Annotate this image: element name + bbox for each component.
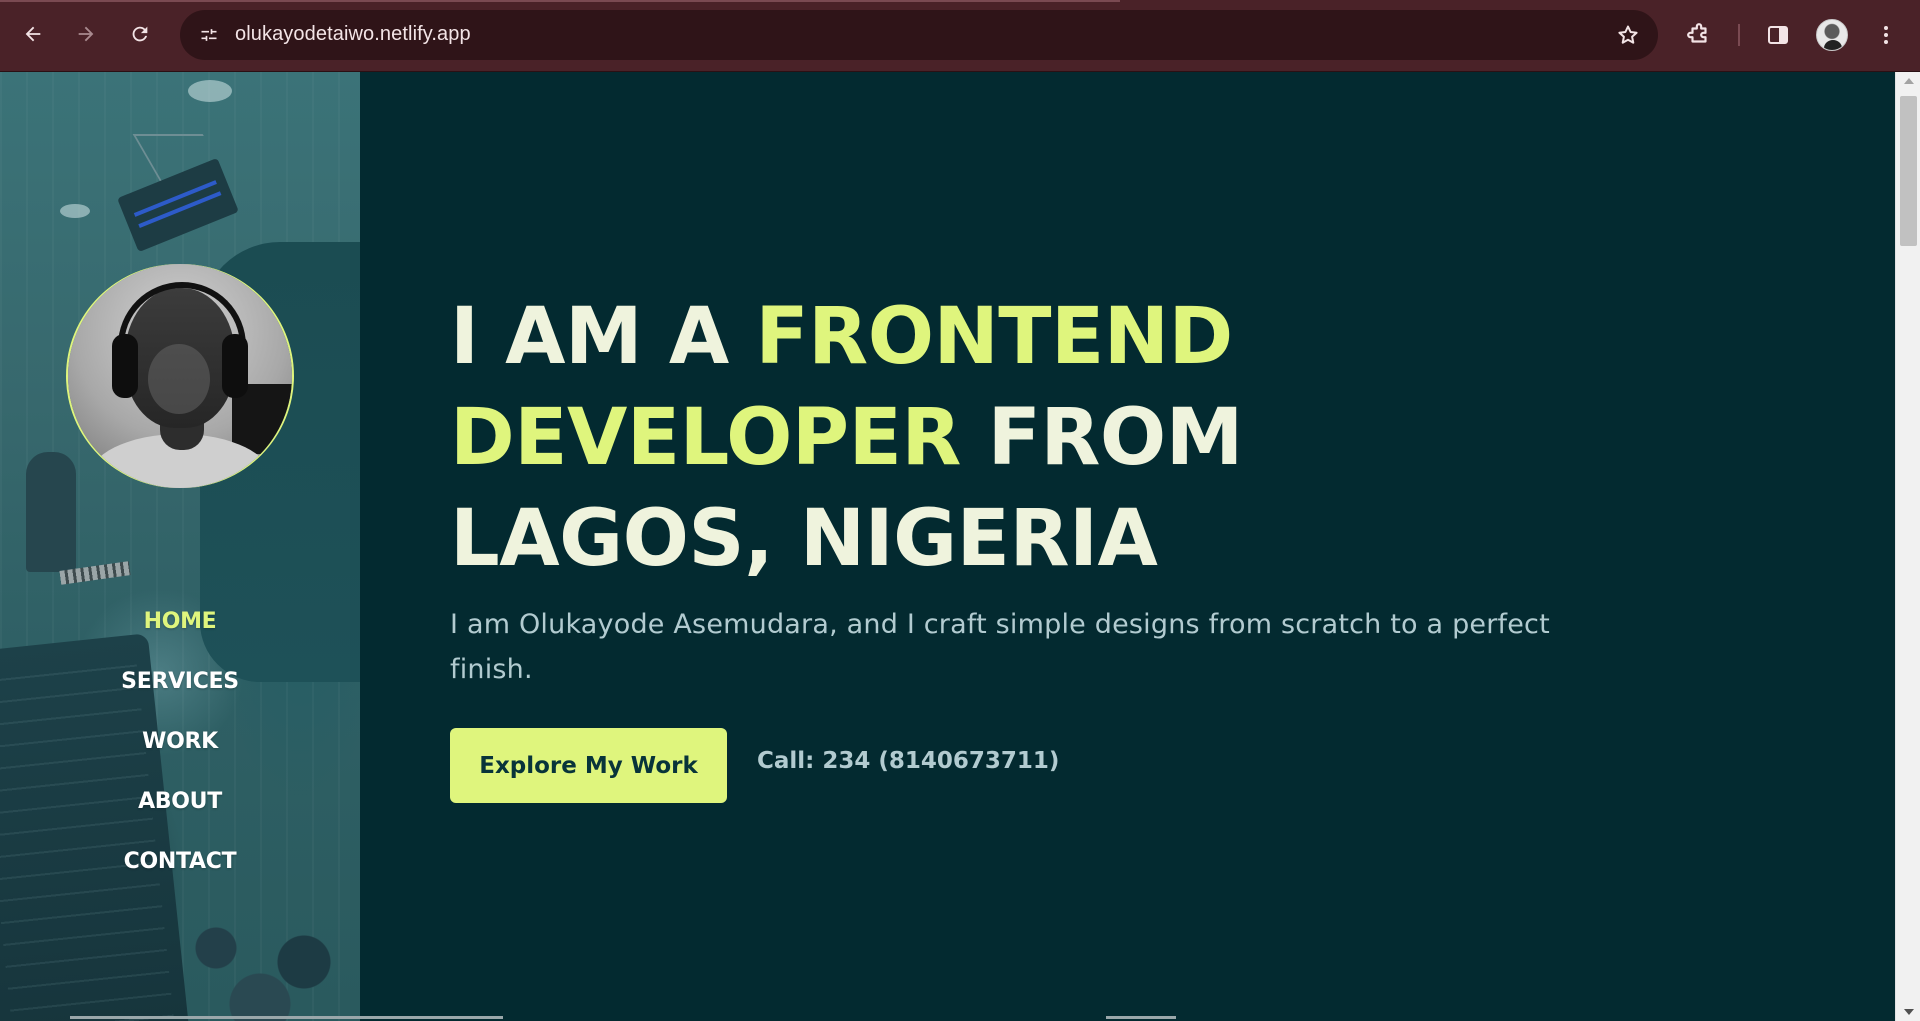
forward-button[interactable]: [66, 14, 106, 54]
side-panel-icon: [1768, 26, 1788, 44]
background-photo: [188, 80, 232, 102]
arrow-right-icon: [78, 26, 94, 42]
hero-subtitle: I am Olukayode Asemudara, and I craft si…: [450, 609, 1550, 685]
profile-button[interactable]: [1812, 15, 1852, 55]
sidebar-item-about[interactable]: ABOUT: [0, 772, 360, 832]
scrollbar-segment: [1106, 1016, 1176, 1019]
puzzle-icon: [1687, 23, 1707, 43]
arrow-left-icon: [25, 26, 41, 42]
side-panel-button[interactable]: [1758, 15, 1798, 55]
hero-section: I AM A FRONTEND DEVELOPER FROM LAGOS, NI…: [360, 72, 1895, 1021]
url-text[interactable]: olukayodetaiwo.netlify.app: [235, 23, 471, 46]
scrollbar-segment: [70, 1016, 503, 1019]
bookmark-button[interactable]: [1612, 19, 1644, 51]
address-bar[interactable]: olukayodetaiwo.netlify.app: [180, 10, 1658, 60]
background-photo-detail: [26, 452, 76, 572]
avatar-icon: [1816, 19, 1848, 51]
hero-title: I AM A FRONTEND DEVELOPER FROM LAGOS, NI…: [450, 287, 1590, 590]
horizontal-scrollbar[interactable]: [0, 1016, 1895, 1021]
hero-title-part1: I AM A: [450, 292, 756, 382]
browser-menu-button[interactable]: [1866, 15, 1906, 55]
extensions-button[interactable]: [1679, 15, 1719, 55]
scroll-up-icon[interactable]: [1904, 78, 1914, 84]
toolbar-divider: [1738, 24, 1740, 46]
background-photo-detail: [150, 892, 360, 1021]
sidebar-item-contact[interactable]: CONTACT: [0, 832, 360, 892]
browser-toolbar: olukayodetaiwo.netlify.app: [0, 0, 1920, 72]
vertical-scrollbar[interactable]: [1895, 72, 1920, 1021]
back-button[interactable]: [13, 14, 53, 54]
tune-icon: [201, 29, 217, 41]
kebab-menu-icon: [1884, 26, 1888, 44]
site-info-button[interactable]: [192, 18, 226, 52]
scroll-down-icon[interactable]: [1904, 1009, 1914, 1015]
call-link[interactable]: Call: 234 (8140673711): [757, 748, 1059, 774]
profile-photo: [68, 264, 292, 488]
reload-button[interactable]: [120, 14, 160, 54]
sidebar-item-home[interactable]: HOME: [0, 592, 360, 652]
sidebar: HOME SERVICES WORK ABOUT CONTACT: [0, 72, 360, 1021]
sidebar-item-services[interactable]: SERVICES: [0, 652, 360, 712]
reload-icon: [132, 26, 148, 42]
background-photo-detail: [60, 204, 90, 218]
star-icon: [1618, 25, 1638, 44]
sidebar-item-work[interactable]: WORK: [0, 712, 360, 772]
explore-work-button[interactable]: Explore My Work: [450, 728, 727, 803]
scrollbar-thumb[interactable]: [1900, 96, 1917, 246]
tab-strip-edge: [0, 0, 1120, 2]
sidebar-nav: HOME SERVICES WORK ABOUT CONTACT: [0, 592, 360, 892]
